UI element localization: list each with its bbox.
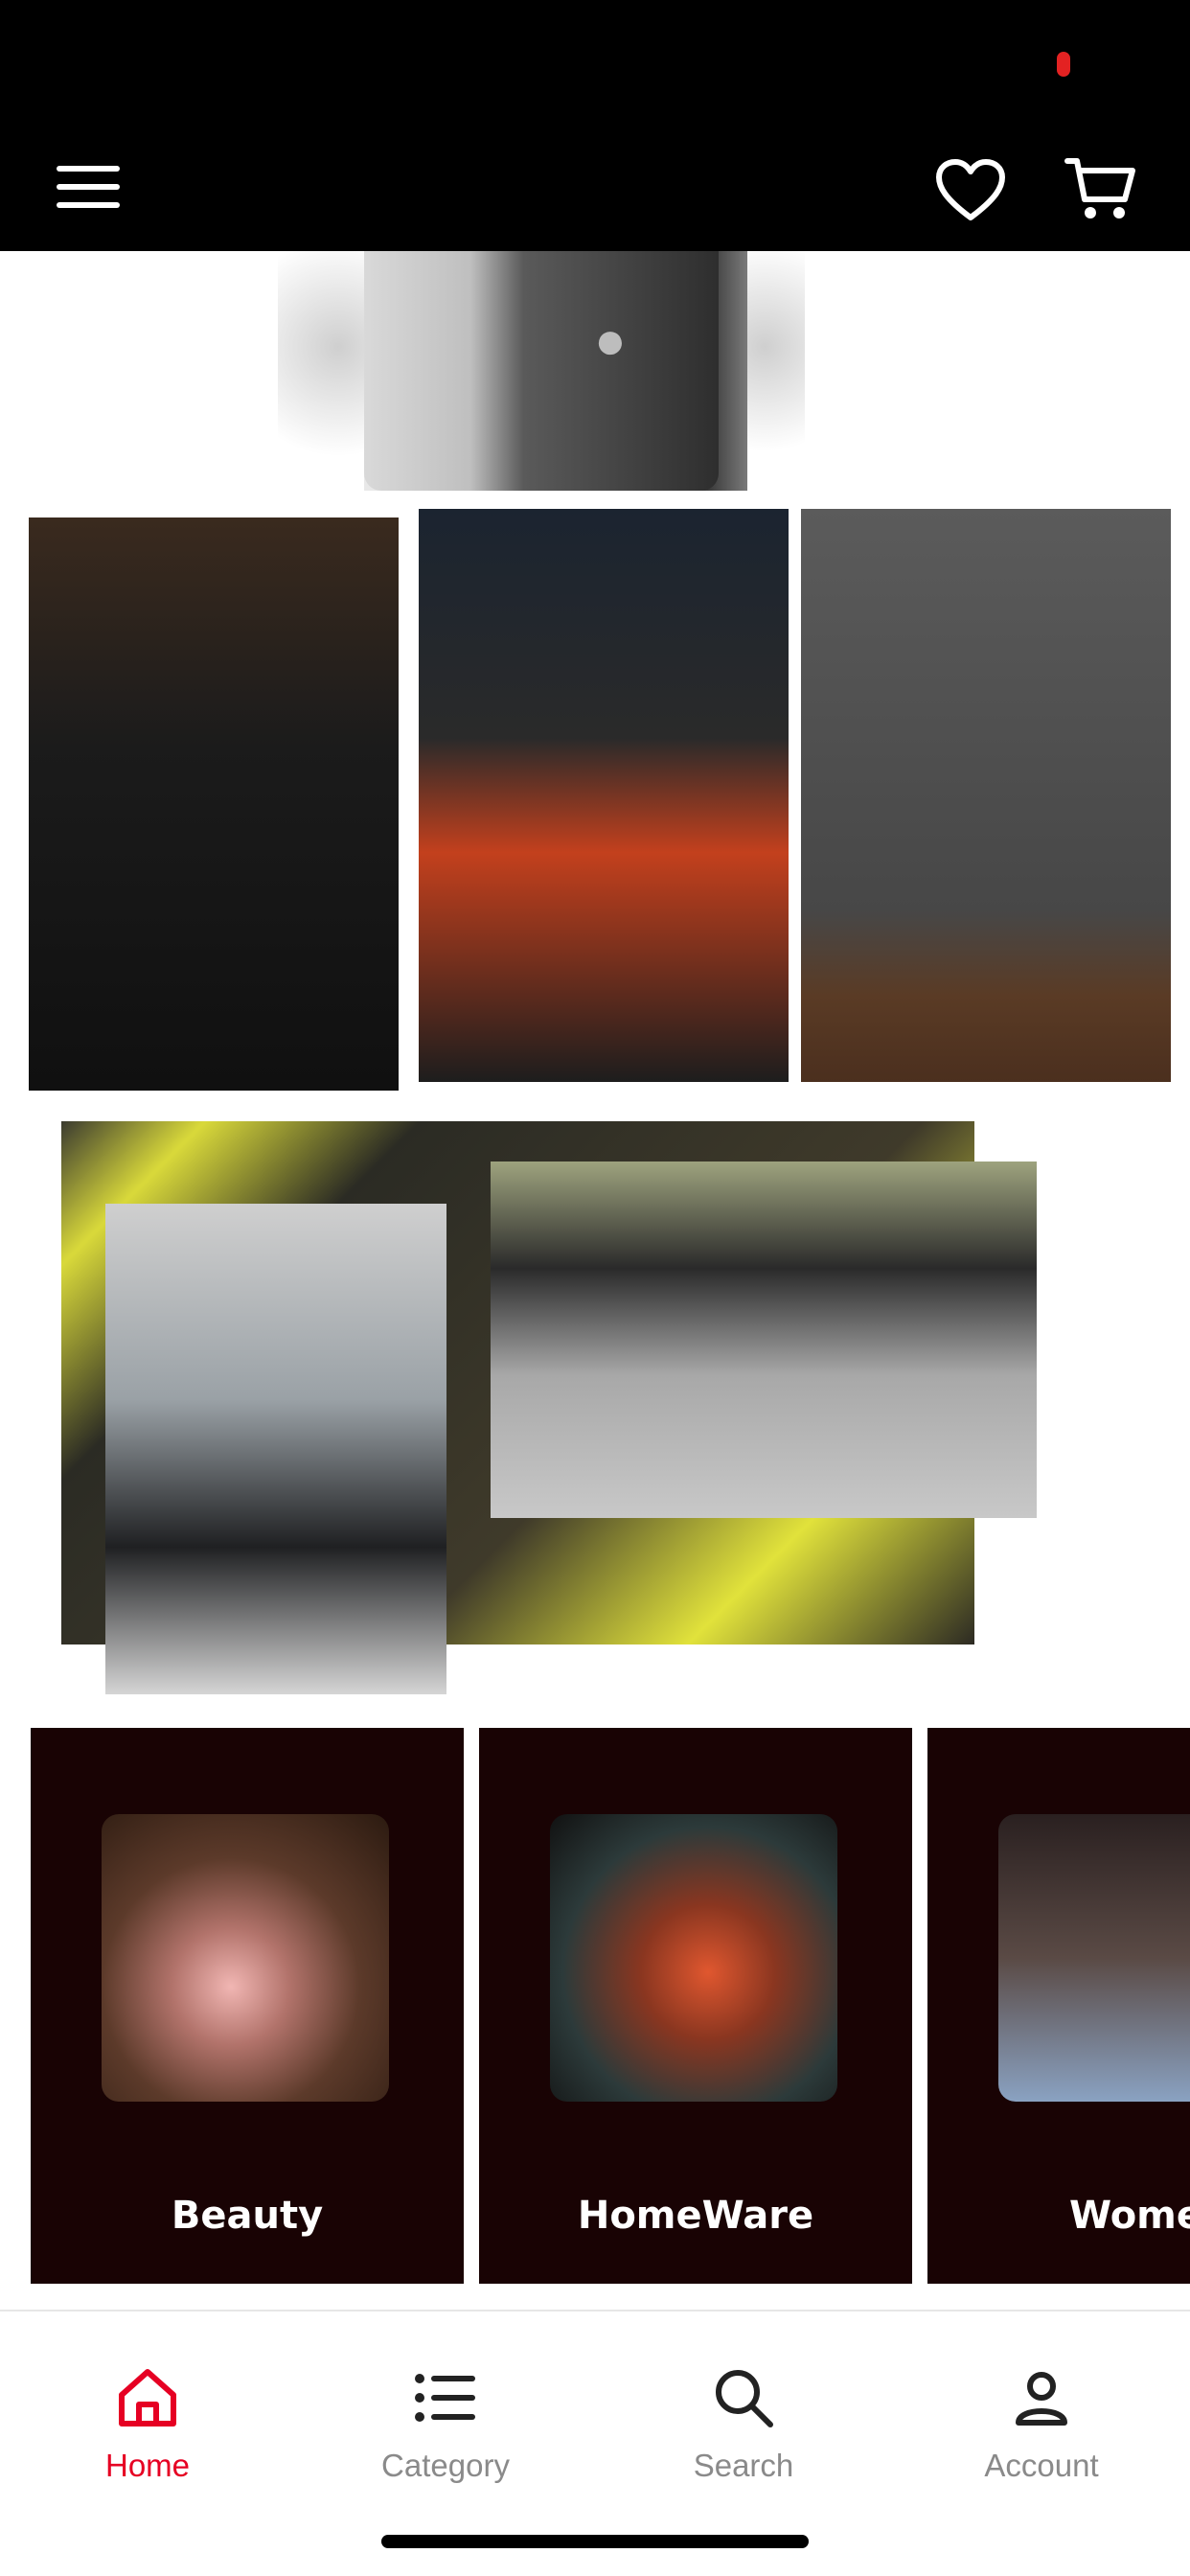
user-icon <box>1003 2359 1080 2436</box>
nav-account[interactable]: Account <box>898 2359 1185 2503</box>
cart-button[interactable] <box>1054 146 1146 234</box>
wishlist-button[interactable] <box>929 150 1012 230</box>
menu-button[interactable] <box>48 153 128 220</box>
water-splash-right <box>747 251 805 491</box>
cart-icon <box>1064 158 1135 218</box>
beauty-thumbnail <box>102 1814 389 2102</box>
fashion-photo-kid-orange-jacket[interactable] <box>419 509 789 1082</box>
nav-category[interactable]: Category <box>302 2359 589 2503</box>
nav-label: Search <box>693 2448 794 2483</box>
top-header <box>0 0 1190 251</box>
phone-promo-banner[interactable]: ● <box>278 251 805 491</box>
women-thumbnail <box>998 1814 1190 2102</box>
apple-logo-icon: ● <box>594 310 627 370</box>
collage-photo-sneakers[interactable] <box>491 1162 1037 1518</box>
nav-home[interactable]: Home <box>4 2359 291 2503</box>
home-indicator[interactable] <box>381 2535 809 2548</box>
category-label: Wome <box>1069 2194 1190 2238</box>
fashion-photo-man-leather-jacket[interactable] <box>801 509 1171 1082</box>
category-card-women[interactable]: Wome <box>927 1728 1190 2284</box>
home-icon <box>109 2359 186 2436</box>
category-card-beauty[interactable]: Beauty <box>31 1728 464 2284</box>
heart-icon <box>936 159 1005 220</box>
homeware-thumbnail <box>550 1814 837 2102</box>
category-label: Beauty <box>171 2194 324 2238</box>
hamburger-menu-icon <box>57 166 120 208</box>
water-splash-left <box>278 251 364 491</box>
fashion-photo-woman-leather-jacket[interactable] <box>29 518 399 1091</box>
nav-label: Account <box>984 2448 1099 2483</box>
nav-label: Home <box>104 2448 191 2483</box>
nav-search[interactable]: Search <box>600 2359 887 2503</box>
status-indicator <box>1057 52 1070 77</box>
category-label: HomeWare <box>577 2194 814 2238</box>
search-icon <box>705 2359 782 2436</box>
category-card-homeware[interactable]: HomeWare <box>479 1728 912 2284</box>
collage-photo-man-walking[interactable] <box>105 1204 446 1694</box>
phone-image <box>364 251 719 491</box>
nav-label: Category <box>381 2448 510 2483</box>
list-icon <box>407 2359 484 2436</box>
